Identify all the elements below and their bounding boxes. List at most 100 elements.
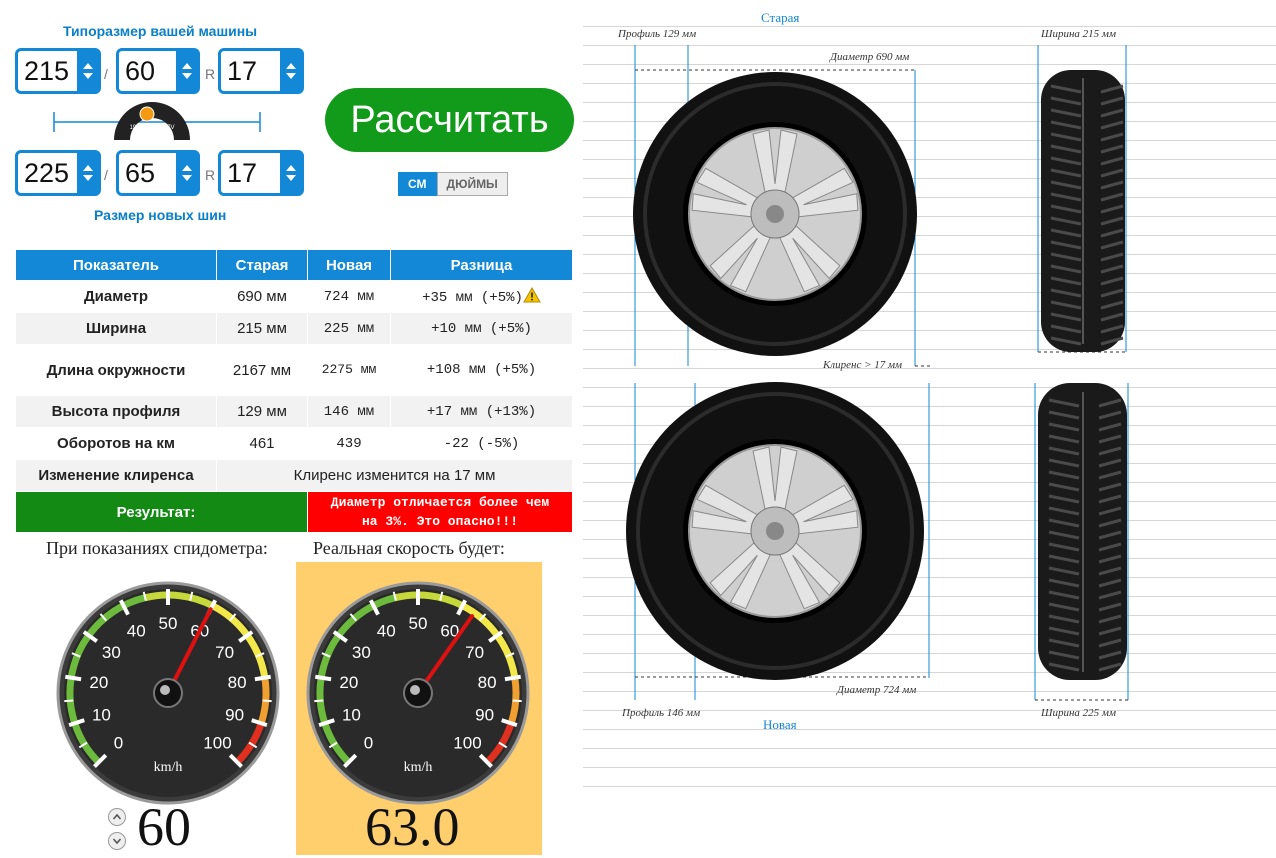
- row-diff: -22 (-5%): [390, 427, 573, 460]
- clearance-value: Клиренс изменится на 17 мм: [216, 459, 573, 492]
- unit-cm-button[interactable]: СМ: [398, 172, 437, 196]
- table-row: Высота профиля 129 мм 146 мм +17 мм (+13…: [15, 395, 573, 428]
- clearance-row: Изменение клиренса Клиренс изменится на …: [15, 459, 573, 492]
- old-tire-tread: [1041, 70, 1125, 352]
- current-size-label: Типоразмер вашей машины: [63, 23, 258, 39]
- row-diff-cell: +35 мм (+5%): [390, 280, 573, 313]
- gauge-tick: [504, 674, 522, 682]
- table-header: Показатель Старая Новая Разница: [15, 249, 573, 281]
- real-speed-gauge: 010203040 50 60708090100km/h: [306, 581, 530, 805]
- slash-separator: /: [104, 66, 108, 82]
- header-indicator: Показатель: [15, 249, 217, 281]
- table-row: Оборотов на км 461 439 -22 (-5%): [15, 427, 573, 460]
- result-label: Результат:: [15, 491, 308, 533]
- gauge-tick-label: 100: [453, 733, 481, 752]
- header-diff: Разница: [390, 249, 573, 281]
- row-new: 724 мм: [307, 280, 391, 313]
- new-radius-value: 17: [227, 158, 258, 188]
- row-diff: +10 мм (+5%): [390, 312, 573, 345]
- gauge-tick-label: 70: [465, 643, 484, 662]
- new-tire-tread: [1038, 383, 1127, 680]
- result-row: Результат: Диаметр отличается более чем …: [15, 491, 573, 533]
- calculate-button[interactable]: Рассчитать: [325, 88, 574, 152]
- chevron-up-icon: [112, 813, 122, 820]
- unit-toggle: СМ ДЮЙМЫ: [398, 172, 508, 196]
- new-radius-select[interactable]: 17: [218, 150, 304, 196]
- new-wheel-side: [626, 382, 924, 680]
- chevron-updown-icon: [77, 152, 99, 194]
- row-name: Длина окружности: [15, 344, 217, 396]
- chevron-updown-icon: [280, 152, 302, 194]
- old-profile-select[interactable]: 60: [116, 48, 200, 94]
- gauge-tick-label: 90: [225, 706, 244, 725]
- old-radius-value: 17: [227, 56, 258, 86]
- row-new: 2275 мм: [307, 344, 391, 396]
- new-profile-select[interactable]: 65: [116, 150, 200, 196]
- gauge-tick: [254, 674, 272, 682]
- gauge-tick: [512, 699, 522, 703]
- old-profile-value: 60: [125, 56, 156, 86]
- row-name: Оборотов на км: [15, 427, 217, 460]
- gauge-tick-label: 30: [352, 643, 371, 662]
- warning-icon: [523, 286, 541, 303]
- row-name: Высота профиля: [15, 395, 217, 428]
- row-new: 225 мм: [307, 312, 391, 345]
- gauge-tick-label: 40: [127, 622, 146, 641]
- chevron-down-icon: [112, 838, 122, 845]
- gauge-tick-label: 20: [89, 673, 108, 692]
- gauge-hub-shine: [160, 685, 170, 695]
- gauge-tick-label: 70: [215, 643, 234, 662]
- gauge-tick-label: 30: [102, 643, 121, 662]
- gauge-tick-label: 50: [409, 614, 428, 633]
- row-diff: +17 мм (+13%): [390, 395, 573, 428]
- gauge-tick-label: 0: [364, 733, 373, 752]
- row-new: 146 мм: [307, 395, 391, 428]
- gauge-tick-label: 90: [475, 706, 494, 725]
- speedometer-gauge: 0102030405060708090100km/h: [56, 581, 280, 805]
- new-width-select[interactable]: 225: [15, 150, 101, 196]
- gauge-tick-label: 10: [92, 706, 111, 725]
- real-speed-value: 63.0: [365, 797, 460, 857]
- gauge-tick-label: 0: [114, 733, 123, 752]
- r-separator: R: [205, 66, 216, 82]
- new-profile-value: 65: [125, 158, 156, 188]
- gauge-tick: [314, 699, 324, 703]
- row-name: Диаметр: [15, 280, 217, 313]
- tire-marking-text: 195 55 R 16 87V: [129, 125, 174, 131]
- row-diff: +108 мм (+5%): [390, 344, 573, 396]
- old-radius-select[interactable]: 17: [218, 48, 304, 94]
- speed-increase-button[interactable]: [108, 808, 126, 826]
- real-speed-caption: Реальная скорость будет:: [313, 538, 505, 558]
- comparison-table: Показатель Старая Новая Разница Диаметр …: [15, 249, 573, 533]
- gauge-tick: [64, 699, 74, 703]
- chevron-updown-icon: [280, 50, 302, 92]
- gauge-hub-shine: [410, 685, 420, 695]
- gauge-tick: [64, 674, 82, 682]
- slash-separator: /: [104, 167, 108, 183]
- chevron-updown-icon: [176, 50, 198, 92]
- result-line-1: Диаметр отличается более чем: [330, 495, 550, 510]
- new-width-value: 225: [24, 158, 70, 188]
- gauge-tick-label: 50: [159, 614, 178, 633]
- r-separator: R: [205, 167, 216, 183]
- table-row: Длина окружности 2167 мм 2275 мм +108 мм…: [15, 344, 573, 396]
- gauge-tick-label: 80: [228, 673, 247, 692]
- result-line-2: на 3%. Это опасно!!!: [361, 514, 519, 529]
- gauge-tick-label: 80: [478, 673, 497, 692]
- row-old: 215 мм: [216, 312, 308, 345]
- old-width-select[interactable]: 215: [15, 48, 101, 94]
- chevron-updown-icon: [77, 50, 99, 92]
- result-message: Диаметр отличается более чем на 3%. Это …: [307, 491, 573, 533]
- clearance-label: Изменение клиренса: [15, 459, 217, 492]
- tire-connector-graphic: 195 55 R 16 87V: [53, 102, 261, 140]
- speed-decrease-button[interactable]: [108, 832, 126, 850]
- speedometer-value: 60: [137, 797, 191, 857]
- gauge-unit-label: km/h: [404, 760, 433, 775]
- gauge-tick-label: 10: [342, 706, 361, 725]
- old-width-value: 215: [24, 56, 70, 86]
- gauge-tick-label: 100: [203, 733, 231, 752]
- header-old: Старая: [216, 249, 308, 281]
- row-old: 129 мм: [216, 395, 308, 428]
- unit-inch-button[interactable]: ДЮЙМЫ: [436, 172, 508, 196]
- table-row: Диаметр 690 мм 724 мм +35 мм (+5%): [15, 280, 573, 313]
